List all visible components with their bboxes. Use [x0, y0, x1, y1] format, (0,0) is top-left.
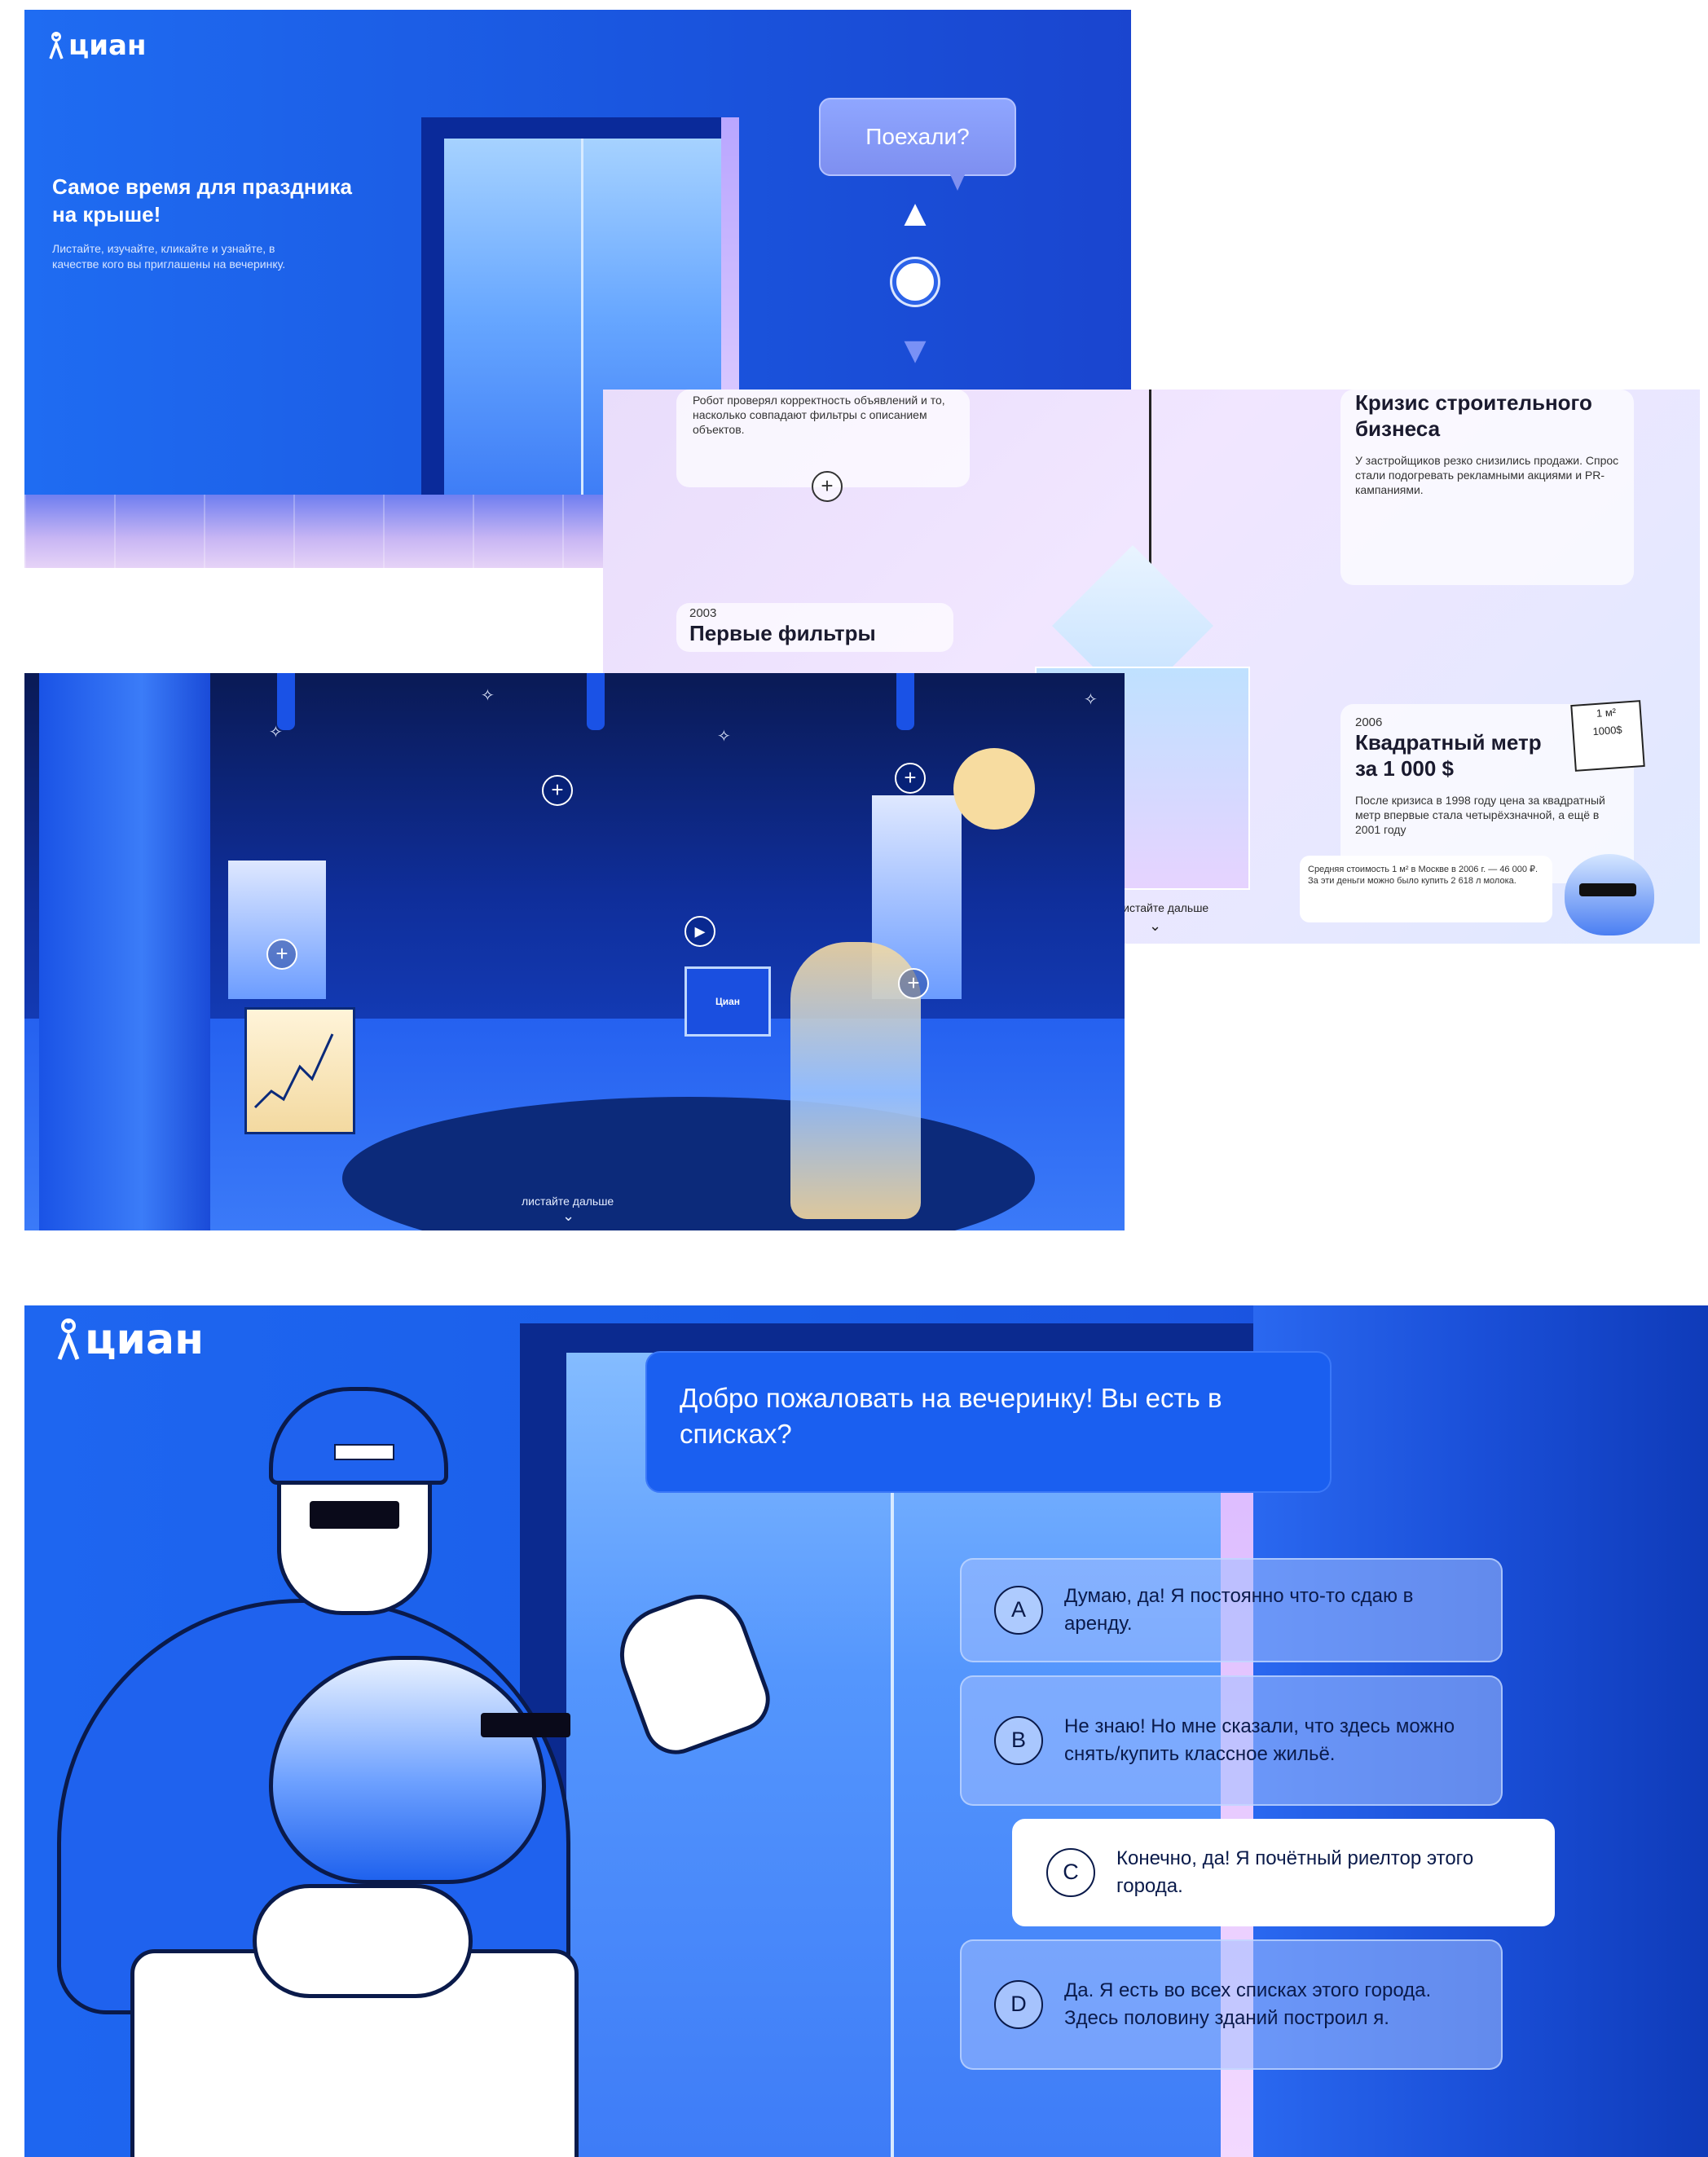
- option-letter: B: [994, 1716, 1043, 1765]
- ceiling-lamp: [896, 673, 914, 730]
- sticker-line2: 1000$: [1591, 723, 1623, 738]
- elevator-stop-button[interactable]: [892, 259, 938, 305]
- crisis-title: Кризис строительного бизнеса: [1355, 390, 1592, 441]
- option-text: Не знаю! Но мне сказали, что здесь можно…: [1064, 1715, 1455, 1765]
- play-icon[interactable]: ▸: [685, 916, 715, 947]
- start-button[interactable]: Поехали?: [819, 98, 1016, 191]
- option-text: Конечно, да! Я почётный риелтор этого го…: [1116, 1847, 1474, 1897]
- filters-title: Первые фильтры: [689, 621, 876, 645]
- option-letter: C: [1046, 1848, 1095, 1897]
- location-pin-icon: [57, 1318, 80, 1361]
- monitor: Циан: [685, 966, 771, 1037]
- elevator-down-button[interactable]: ▼: [892, 331, 938, 368]
- answer-option-a[interactable]: A Думаю, да! Я постоянно что-то сдаю в а…: [960, 1558, 1503, 1662]
- quiz-screen: циан Добро пожаловать на вечеринку! Вы е…: [24, 1305, 1708, 2157]
- price-text: После кризиса в 1998 году цена за квадра…: [1355, 794, 1605, 836]
- scroll-hint[interactable]: листайте дальше: [522, 1195, 614, 1208]
- intro-title: Самое время для праздника на крыше!: [52, 174, 352, 227]
- logo-text: циан: [68, 29, 147, 62]
- answer-option-d[interactable]: D Да. Я есть во всех списках этого город…: [960, 1939, 1503, 2070]
- cian-logo[interactable]: циан: [49, 29, 146, 62]
- option-letter: A: [994, 1586, 1043, 1635]
- scroll-hint[interactable]: листайте дальше: [1116, 901, 1208, 914]
- crisis-card: Кризис строительного бизнеса У застройщи…: [1340, 390, 1634, 585]
- pointing-hand: [606, 1581, 779, 1763]
- ceiling-lamp: [587, 673, 605, 730]
- building-model: [228, 861, 326, 999]
- sunglasses-icon: [310, 1501, 399, 1529]
- price-title: Квадратный метр за 1 000 $: [1355, 730, 1542, 781]
- price-footnote: Средняя стоимость 1 м² в Москве в 2006 г…: [1300, 856, 1552, 922]
- security-guard-illustration: [24, 1387, 779, 2157]
- option-text: Да. Я есть во всех списках этого города.…: [1064, 1979, 1432, 2029]
- price-sticker: 1 м² 1000$: [1570, 700, 1645, 772]
- column: [39, 673, 210, 1230]
- cat-sunglasses-icon: [481, 1713, 570, 1737]
- chevron-down-icon[interactable]: ⌄: [562, 1208, 574, 1225]
- sparkle-icon: ✧: [717, 728, 731, 746]
- cat-mascot: [1565, 854, 1654, 935]
- question-bubble: Добро пожаловать на вечеринку! Вы есть в…: [645, 1351, 1332, 1493]
- sparkle-icon: ✧: [269, 724, 283, 742]
- option-letter: D: [994, 1980, 1043, 2029]
- expand-plus-icon[interactable]: +: [895, 763, 926, 794]
- cat: [269, 1656, 546, 1884]
- expand-plus-icon[interactable]: +: [898, 968, 929, 999]
- answer-option-b[interactable]: B Не знаю! Но мне сказали, что здесь мож…: [960, 1675, 1503, 1806]
- answer-option-c[interactable]: C Конечно, да! Я почётный риелтор этого …: [1012, 1819, 1555, 1926]
- office-screen: ✧ ✧ ✧ ✧ Циан + + + ▸ + листайте дальше ⌄: [24, 673, 1125, 1230]
- chevron-down-icon[interactable]: ⌄: [1149, 918, 1161, 935]
- expand-plus-icon[interactable]: +: [812, 471, 843, 502]
- sparkle-icon: ✧: [481, 687, 495, 705]
- cian-logo[interactable]: циан: [57, 1315, 204, 1364]
- robot-card-text: Робот проверял корректность объявлений и…: [693, 394, 945, 436]
- moon: [953, 748, 1035, 830]
- sparkle-icon: ✧: [1084, 691, 1098, 709]
- elevator-up-button[interactable]: ▲: [892, 194, 938, 231]
- crisis-text: У застройщиков резко снизились продажи. …: [1355, 454, 1619, 496]
- chart-easel: [244, 1007, 355, 1134]
- expand-plus-icon[interactable]: +: [542, 775, 573, 806]
- filters-year: 2003: [689, 606, 717, 620]
- logo-text: циан: [85, 1315, 204, 1364]
- option-text: Думаю, да! Я постоянно что-то сдаю в аре…: [1064, 1585, 1414, 1635]
- location-pin-icon: [49, 32, 64, 59]
- filters-card: 2003 Первые фильтры: [676, 603, 953, 652]
- expand-plus-icon[interactable]: +: [266, 939, 297, 970]
- intro-description: Листайте, изучайте, кликайте и узнайте, …: [52, 242, 286, 271]
